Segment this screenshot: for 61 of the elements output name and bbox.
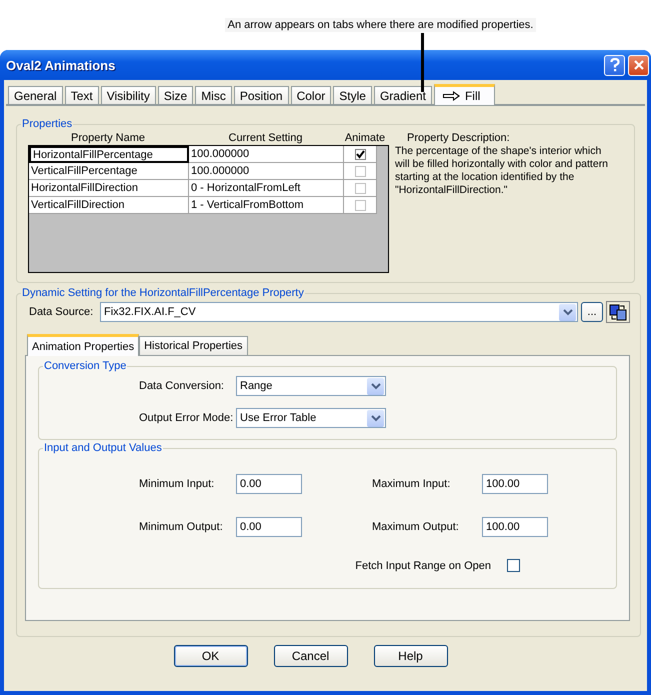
dropdown[interactable]: Use Error Table [236,408,386,428]
field-label: Maximum Output: [372,521,460,534]
group-title: Conversion Type [43,360,128,372]
table-cell[interactable]: HorizontalFillDirection [29,180,189,197]
table-cell[interactable]: 100.000000 [189,146,344,163]
table-cell[interactable]: VerticalFillDirection [29,197,189,214]
tab[interactable]: Visibility [100,86,156,104]
checkbox[interactable] [507,559,520,572]
field-label: Data Conversion: [139,380,225,392]
field-label: Minimum Output: [139,521,224,534]
description-text: The percentage of the shape's interior which will be filled horizontally with color and pattern starting at the location identified by the "HorizontalFillDirection." [395,145,610,197]
tab[interactable]: Animation Properties [27,334,140,356]
table-cell[interactable]: 1 - VerticalFromBottom [189,197,344,214]
arrow-icon [442,91,461,101]
input-field[interactable]: 100.00 [482,474,548,494]
tab[interactable]: Misc [195,86,232,104]
input-field[interactable]: 0.00 [236,474,302,494]
tab[interactable]: Style [333,86,372,104]
checkmark-icon [356,150,364,158]
table-cell[interactable]: 0 - HorizontalFromLeft [189,180,344,197]
close-button[interactable] [628,54,649,76]
browse-button[interactable]: ... [581,302,603,322]
swap-icon [610,304,626,321]
table-cell[interactable]: VerticalFillPercentage [29,163,189,180]
field-label: Output Error Mode: [139,412,234,424]
field-label: Maximum Input: [372,478,452,490]
tab[interactable]: Size [158,86,194,104]
field-label: Minimum Input: [139,478,216,490]
group-title: Input and Output Values [43,442,163,454]
close-icon [632,59,644,71]
group-title: Properties [21,118,74,130]
dialog-button[interactable]: OK [174,645,248,667]
window-title: Oval2 Animations [5,58,116,72]
dropdown[interactable]: Fix32.FIX.AI.F_CV [100,302,578,322]
tab[interactable]: General [8,86,63,104]
dialog-button[interactable]: Cancel [274,645,348,667]
table-cell[interactable]: 100.000000 [189,163,344,180]
input-field[interactable]: 0.00 [236,517,302,538]
checkbox-label: Fetch Input Range on Open [355,560,491,572]
tab[interactable]: Text [64,86,99,104]
field-label: Data Source: [28,306,94,318]
checkbox[interactable] [354,148,366,160]
group-title: Dynamic Setting for the HorizontalFillPercentage Property [21,287,305,300]
tab[interactable]: Fill [434,84,496,105]
dropdown[interactable]: Range [236,376,386,396]
tab[interactable]: Color [290,86,332,104]
tab[interactable]: Position [234,86,289,104]
help-button[interactable] [604,54,625,76]
column-header: Animate [344,132,386,144]
callout-text: An arrow appears on tabs where there are modified properties. [224,18,536,32]
column-header: Property Name [70,132,146,144]
description-label: Property Description: [406,130,511,145]
table-cell[interactable]: HorizontalFillPercentage [29,146,189,163]
dialog-button[interactable]: Help [374,645,448,667]
column-header: Current Setting [228,132,304,144]
tab[interactable]: Historical Properties [139,336,248,356]
tab[interactable]: Gradient [374,86,432,104]
leader-line [421,33,424,92]
question-mark-icon [608,58,620,72]
connect-button[interactable] [606,301,630,324]
input-field[interactable]: 100.00 [482,517,548,538]
